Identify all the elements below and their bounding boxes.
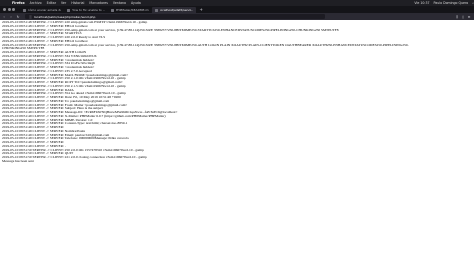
navigation-toolbar: ‹ › ↻ ⓘ localhost/pablo/iuea/phpmailer/s… [0, 13, 474, 20]
tab-bar: Cómo enviar emails desde... How to fix u… [0, 6, 474, 13]
window-controls [3, 8, 17, 11]
tab-label: PHPMailer/README.md [115, 8, 149, 12]
tab-favicon-icon [110, 8, 114, 12]
apple-icon[interactable] [4, 1, 9, 5]
log-line: 2019-05-10 08:51:48 SERVER -> CLIENT: 25… [2, 42, 409, 47]
menu-icon[interactable]: ≡ [466, 15, 472, 19]
tab-label: localhost/adsfd/send... [159, 8, 193, 12]
toolbar-actions: ⫼ ▯ ≡ [454, 15, 472, 19]
tab-label: How to fix unable to ... ? [71, 8, 105, 12]
new-tab-button[interactable]: + [200, 7, 203, 12]
tab-favicon-icon [22, 8, 26, 12]
reload-button[interactable]: ↻ [15, 15, 21, 19]
info-icon[interactable]: ⓘ [29, 15, 32, 19]
back-button[interactable]: ‹ [1, 15, 7, 19]
url-text[interactable]: localhost/pablo/iuea/phpmailer/send.php [34, 15, 95, 19]
smtp-debug-log: 2019-05-10 08:51:48 SERVER -> CLIENT: 22… [2, 21, 472, 265]
address-bar[interactable]: ⓘ localhost/pablo/iuea/phpmailer/send.ph… [25, 14, 325, 19]
zoom-window-icon[interactable] [12, 8, 15, 11]
forward-button[interactable]: › [8, 15, 14, 19]
tab-favicon-icon [154, 8, 158, 12]
close-window-icon[interactable] [3, 8, 6, 11]
tab-label: Cómo enviar emails desde... [27, 8, 61, 12]
tab-favicon-icon [66, 8, 70, 12]
minimize-window-icon[interactable] [7, 8, 11, 11]
log-line: Message has been sent [2, 158, 34, 163]
